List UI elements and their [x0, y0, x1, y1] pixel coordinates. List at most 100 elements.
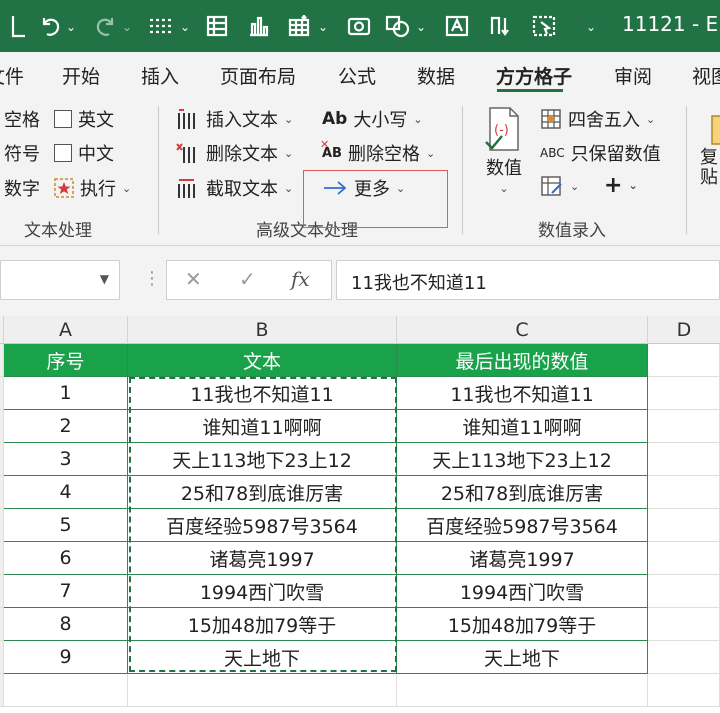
table-cell[interactable]: 9: [4, 641, 128, 674]
table-cell[interactable]: 7: [4, 575, 128, 608]
table-cell[interactable]: 1994西门吹雪: [128, 575, 397, 608]
insert-function-icon[interactable]: fx: [291, 267, 310, 291]
column-header-a[interactable]: A: [4, 316, 128, 344]
table-cell[interactable]: 百度经验5987号3564: [128, 509, 397, 542]
redo-icon[interactable]: [92, 10, 120, 42]
table-cell[interactable]: 5: [4, 509, 128, 542]
table-cell[interactable]: 1: [4, 377, 128, 410]
tab-file[interactable]: 文件: [0, 62, 24, 89]
table-cell[interactable]: 6: [4, 542, 128, 575]
round-button[interactable]: 四舍五入 ⌄: [540, 106, 655, 132]
empty-cell[interactable]: [648, 674, 720, 707]
table-cell[interactable]: 4: [4, 476, 128, 509]
empty-cell[interactable]: [128, 674, 397, 707]
name-box[interactable]: ▼: [0, 260, 120, 300]
table-cell[interactable]: 天上地下: [128, 641, 397, 674]
empty-cell[interactable]: [648, 377, 720, 410]
text-direction-icon[interactable]: [484, 10, 516, 42]
empty-cell[interactable]: [648, 608, 720, 641]
empty-cell[interactable]: [648, 509, 720, 542]
execute-button[interactable]: 执行 ⌄: [54, 175, 131, 201]
chart-icon[interactable]: [244, 10, 274, 42]
table-tool-button[interactable]: ⌄: [540, 175, 579, 197]
option-space[interactable]: 空格: [4, 106, 40, 132]
table-header-cell[interactable]: 最后出现的数值: [397, 344, 648, 377]
change-case-button[interactable]: Ab 大小写 ⌄: [322, 106, 423, 132]
column-header-c[interactable]: C: [397, 316, 648, 344]
table-cell[interactable]: 15加48加79等于: [397, 608, 648, 641]
shapes-dropdown-icon[interactable]: ⌄: [416, 20, 426, 34]
empty-cell[interactable]: [648, 443, 720, 476]
tab-page-layout[interactable]: 页面布局: [220, 62, 296, 89]
table-cell[interactable]: 百度经验5987号3564: [397, 509, 648, 542]
delete-text-button[interactable]: 删除文本 ⌄: [176, 140, 293, 166]
cancel-icon[interactable]: ✕: [185, 267, 202, 291]
add-button[interactable]: + ⌄: [604, 173, 638, 198]
tab-view[interactable]: 视图: [692, 62, 720, 89]
empty-cell[interactable]: [648, 641, 720, 674]
confirm-icon[interactable]: ✓: [239, 267, 256, 291]
tab-home[interactable]: 开始: [62, 62, 100, 89]
chinese-checkbox[interactable]: [54, 144, 72, 162]
save-icon[interactable]: [10, 10, 28, 42]
empty-cell[interactable]: [648, 476, 720, 509]
table-cell[interactable]: 1994西门吹雪: [397, 575, 648, 608]
extract-text-button[interactable]: 截取文本 ⌄: [176, 175, 293, 201]
table-insert-icon[interactable]: [284, 10, 314, 42]
format-painter-icon[interactable]: [146, 10, 176, 42]
formula-input[interactable]: 11我也不知道11: [336, 260, 720, 300]
english-checkbox[interactable]: [54, 110, 72, 128]
table-cell[interactable]: 11我也不知道11: [128, 377, 397, 410]
select-objects-icon[interactable]: [528, 10, 560, 42]
formula-bar-resize-handle[interactable]: ⋮: [143, 268, 161, 289]
table-cell[interactable]: 25和78到底谁厉害: [397, 476, 648, 509]
name-box-dropdown-icon[interactable]: ▼: [100, 272, 109, 286]
camera-icon[interactable]: [344, 10, 374, 42]
empty-cell[interactable]: [648, 542, 720, 575]
shapes-icon[interactable]: [382, 10, 414, 42]
undo-dropdown-icon[interactable]: ⌄: [66, 20, 76, 34]
table-cell[interactable]: 15加48加79等于: [128, 608, 397, 641]
column-header-d[interactable]: D: [648, 316, 720, 344]
table-cell[interactable]: 天上113地下23上12: [397, 443, 648, 476]
redo-dropdown-icon[interactable]: ⌄: [122, 20, 132, 34]
table-cell[interactable]: 天上113地下23上12: [128, 443, 397, 476]
tab-data[interactable]: 数据: [417, 62, 455, 89]
empty-cell[interactable]: [648, 410, 720, 443]
tab-review[interactable]: 审阅: [614, 62, 652, 89]
table-cell[interactable]: 诸葛亮1997: [128, 542, 397, 575]
table-cell[interactable]: 11我也不知道11: [397, 377, 648, 410]
option-english[interactable]: 英文: [54, 106, 114, 132]
table-cell[interactable]: 8: [4, 608, 128, 641]
empty-cell[interactable]: [4, 674, 128, 707]
option-chinese[interactable]: 中文: [54, 140, 114, 166]
table-cell[interactable]: 天上地下: [397, 641, 648, 674]
tab-fangfang-gezi[interactable]: 方方格子: [496, 62, 572, 89]
table-dropdown-icon[interactable]: ⌄: [318, 20, 328, 34]
keep-numbers-button[interactable]: ABC 只保留数值: [540, 140, 661, 166]
number-button[interactable]: (-) 数值 ⌄: [484, 106, 524, 195]
delete-space-button[interactable]: ✕ AB 删除空格 ⌄: [320, 138, 435, 166]
copy-paste-button[interactable]: 复 贴: [700, 114, 720, 188]
table-cell[interactable]: 3: [4, 443, 128, 476]
undo-icon[interactable]: [36, 10, 64, 42]
table-header-cell[interactable]: 文本: [128, 344, 397, 377]
customize-toolbar-icon[interactable]: ⌄: [586, 20, 596, 34]
option-symbol[interactable]: 符号: [4, 140, 40, 166]
table-header-cell[interactable]: 序号: [4, 344, 128, 377]
empty-cell[interactable]: [648, 575, 720, 608]
table-cell[interactable]: 谁知道11啊啊: [128, 410, 397, 443]
option-number[interactable]: 数字: [4, 175, 40, 201]
table-cell[interactable]: 谁知道11啊啊: [397, 410, 648, 443]
qa-dropdown-icon[interactable]: ⌄: [180, 20, 190, 34]
form-icon[interactable]: [202, 10, 232, 42]
tab-insert[interactable]: 插入: [141, 62, 179, 89]
tab-formulas[interactable]: 公式: [338, 62, 376, 89]
table-cell[interactable]: 2: [4, 410, 128, 443]
table-cell[interactable]: 诸葛亮1997: [397, 542, 648, 575]
column-header-b[interactable]: B: [128, 316, 397, 344]
empty-cell[interactable]: [397, 674, 648, 707]
textbox-icon[interactable]: [442, 10, 472, 42]
empty-cell[interactable]: [648, 344, 720, 377]
insert-text-button[interactable]: 插入文本 ⌄: [176, 106, 293, 132]
